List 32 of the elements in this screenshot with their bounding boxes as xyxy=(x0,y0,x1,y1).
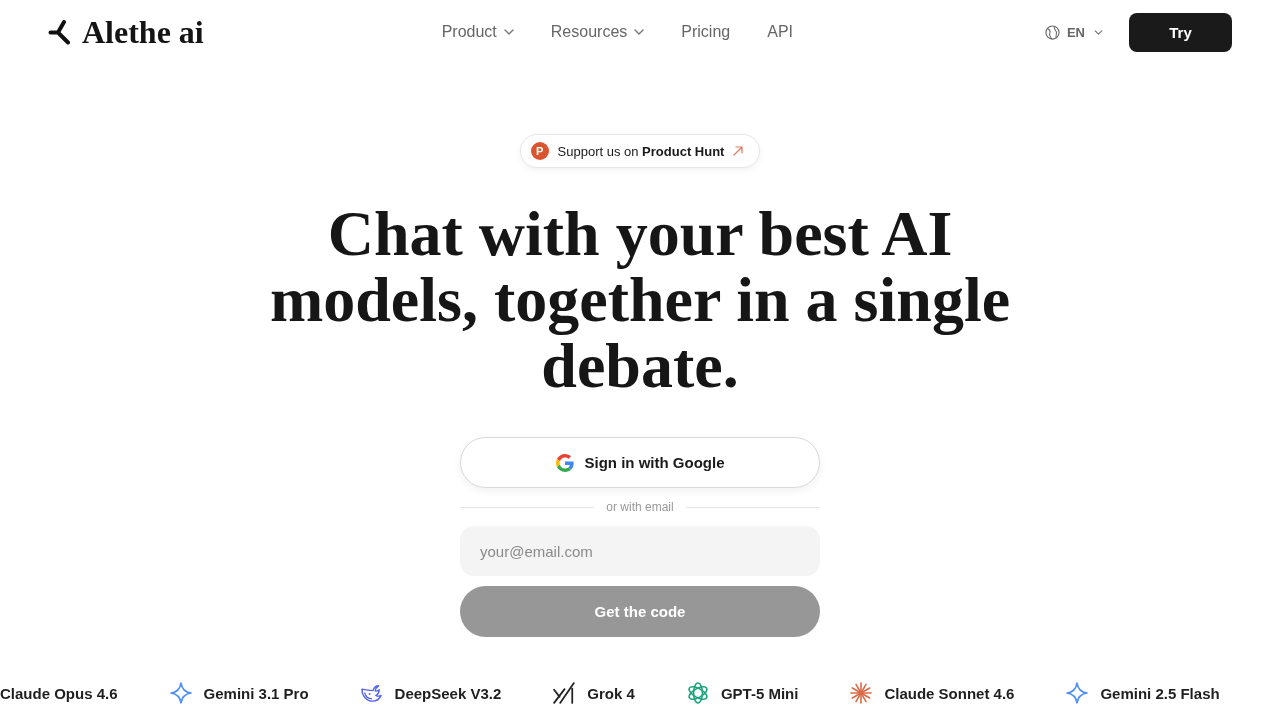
model-name: GPT-5 Mini xyxy=(720,684,799,702)
email-field[interactable]: your@email.com xyxy=(460,526,820,576)
nav-link[interactable]: Product xyxy=(441,23,514,41)
model-name: DeepSeek V3.2 xyxy=(394,684,502,702)
nav-link[interactable]: Pricing xyxy=(681,23,731,41)
model-name: Claude Sonnet 4.6 xyxy=(884,684,1015,702)
try-button[interactable]: Try xyxy=(1129,12,1232,52)
slashes-icon xyxy=(553,682,576,704)
chevron-down-icon xyxy=(634,29,645,35)
knot-icon xyxy=(686,682,709,704)
logo-icon xyxy=(48,19,72,45)
globe-icon xyxy=(1044,24,1060,40)
language-selector[interactable]: EN xyxy=(1044,24,1103,40)
model-name: Grok 4 xyxy=(587,684,635,702)
headline: Chat with your best AI models, together in a single debate. xyxy=(268,201,1012,399)
model-name: Claude Opus 4.6 xyxy=(0,684,118,702)
google-g-icon xyxy=(555,453,574,472)
arrow-up-right-icon xyxy=(733,146,744,156)
divider-label: or with email xyxy=(606,500,674,514)
chevron-down-icon xyxy=(1094,29,1103,35)
whale-icon xyxy=(360,682,383,704)
logo-wordmark: Alethe ai xyxy=(82,16,204,48)
sparkle-icon xyxy=(1066,682,1089,704)
chevron-down-icon xyxy=(503,29,514,35)
sparkle-icon xyxy=(169,682,192,704)
p-logo-icon: P xyxy=(530,142,549,160)
nav-link[interactable]: API xyxy=(767,23,793,41)
google-sign-in-button[interactable]: Sign in with Google xyxy=(460,437,820,488)
model-name: Gemini 2.5 Flash xyxy=(1100,684,1220,702)
starburst-icon xyxy=(850,682,873,704)
model-name: Gemini 3.1 Pro xyxy=(203,684,309,702)
nav-link[interactable]: Resources xyxy=(550,23,645,41)
